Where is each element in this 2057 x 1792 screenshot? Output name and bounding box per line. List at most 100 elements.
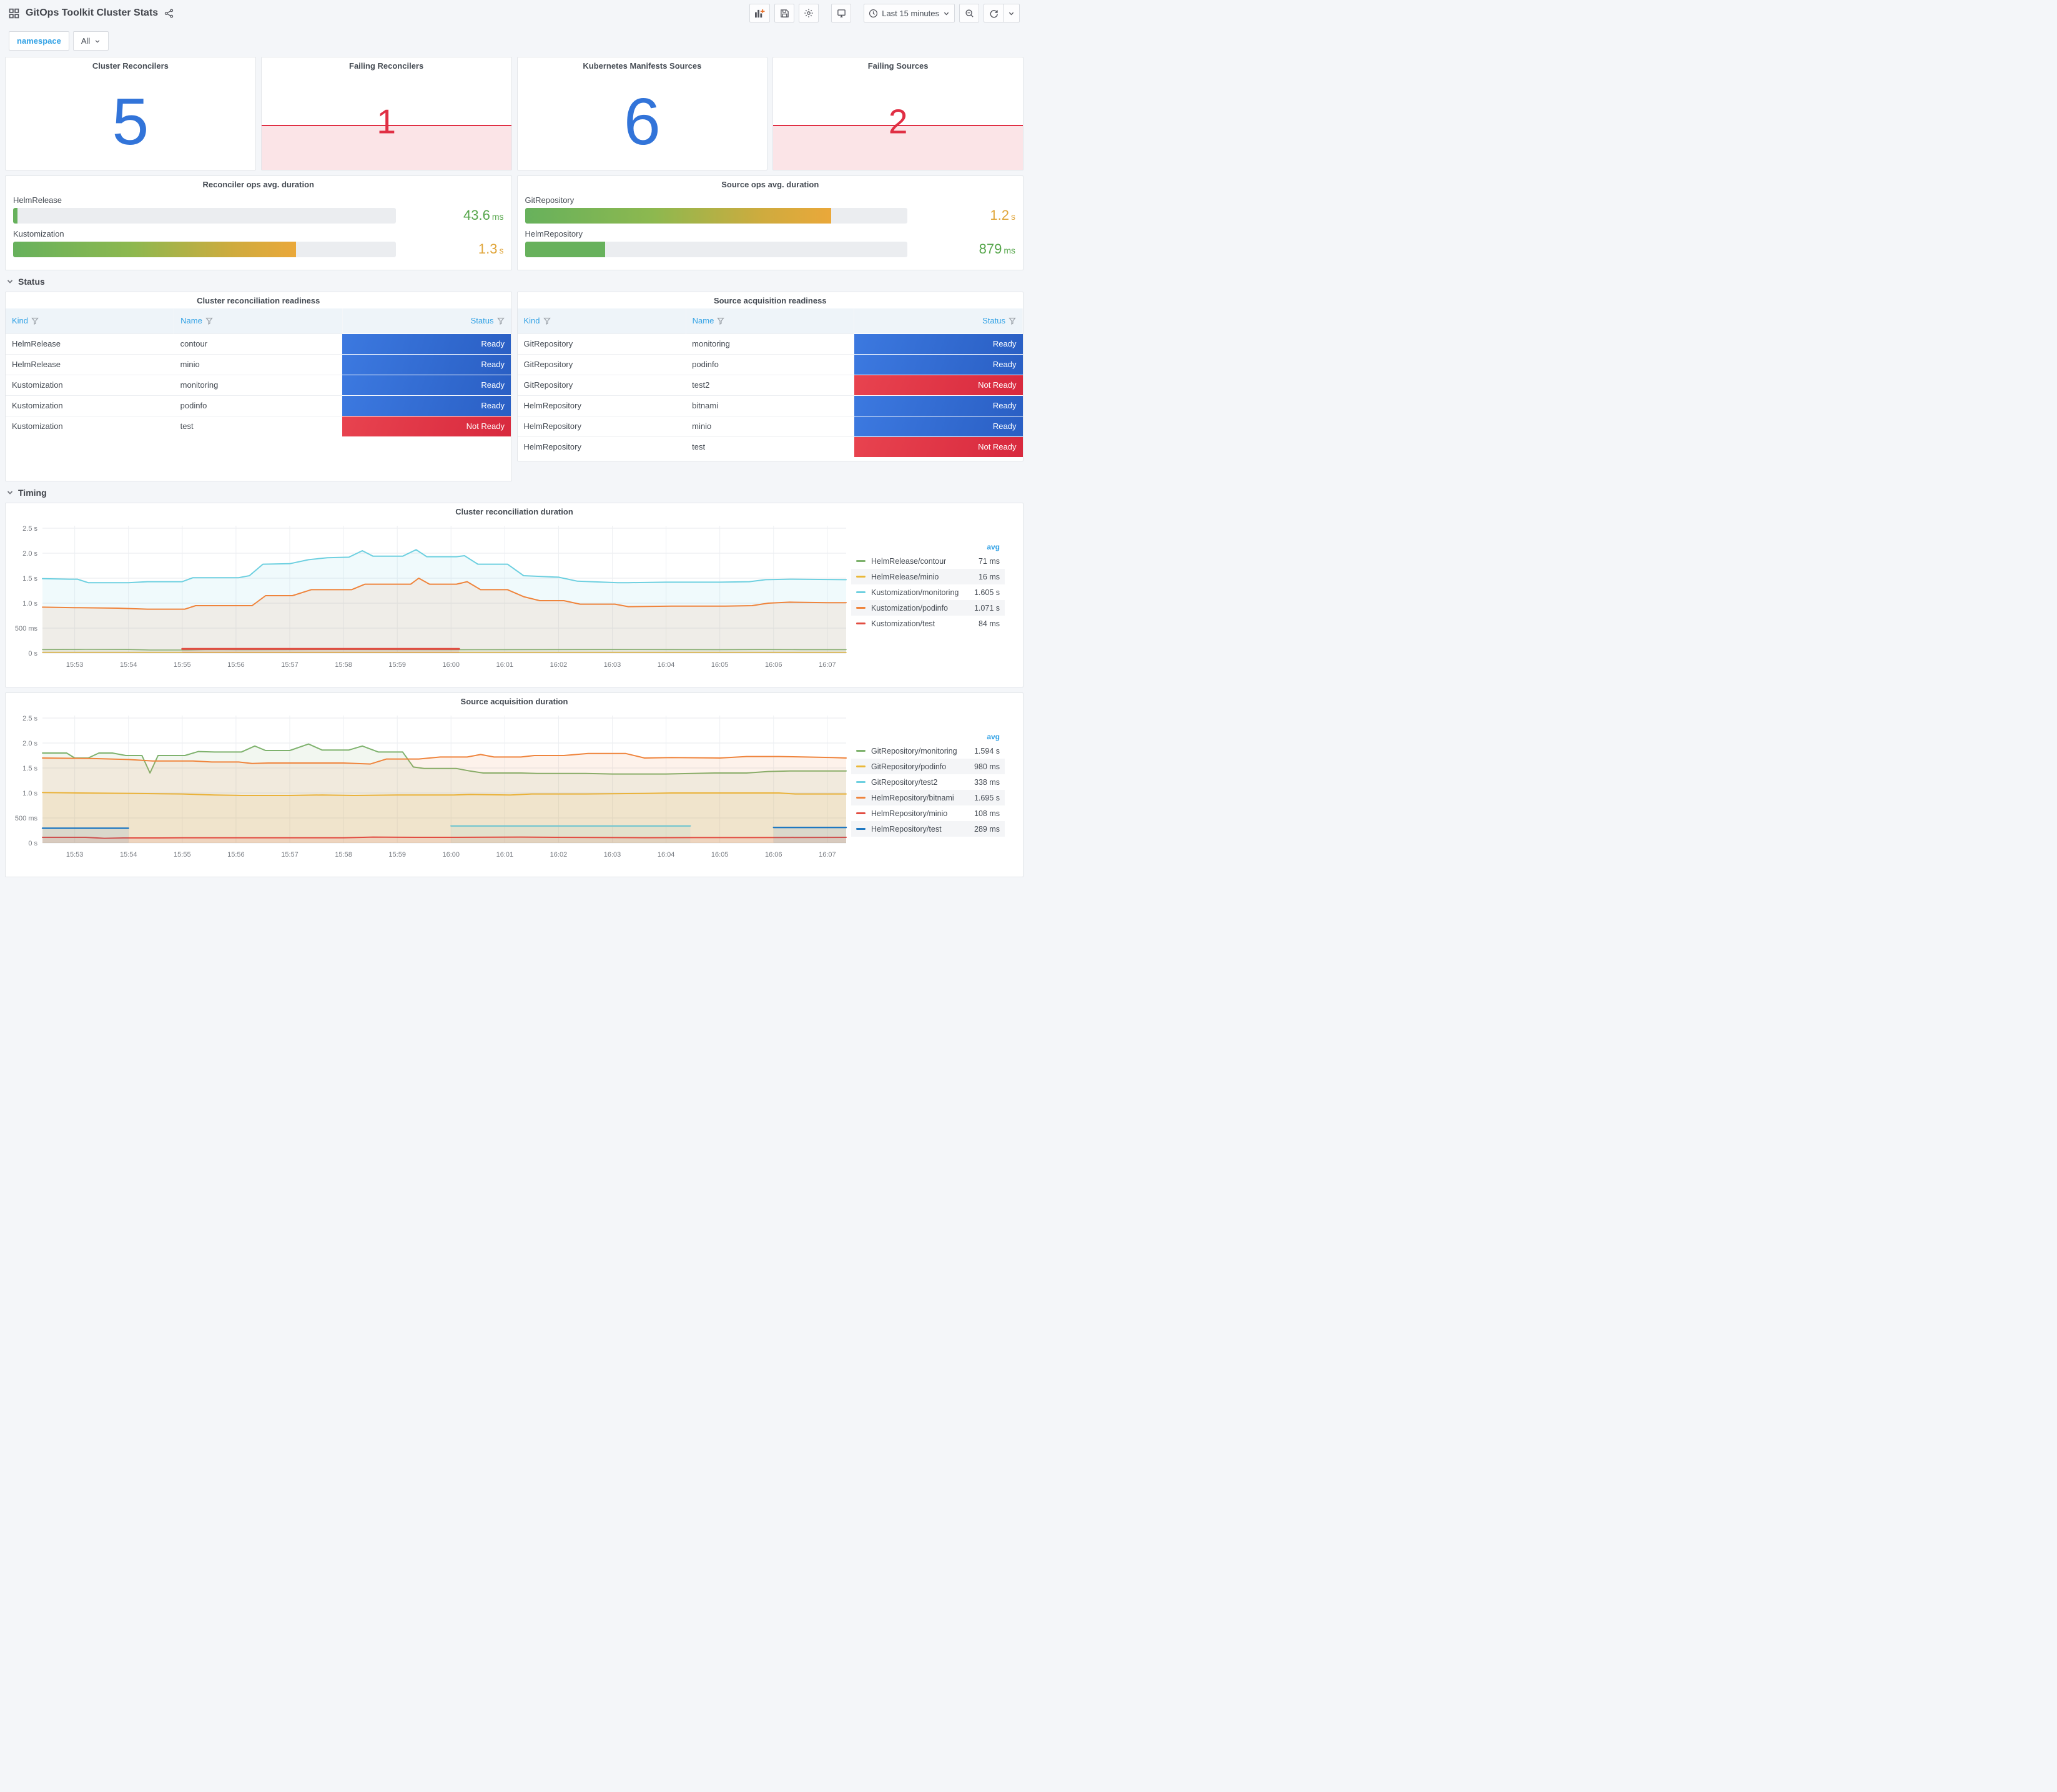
legend-series-label[interactable]: HelmRelease/contour (871, 557, 979, 566)
status-badge: Ready (342, 375, 511, 395)
legend-avg-header[interactable]: avg (851, 731, 1005, 743)
cell-status: Ready (854, 395, 1023, 416)
svg-text:16:07: 16:07 (819, 661, 836, 669)
svg-text:16:07: 16:07 (819, 851, 836, 859)
legend-row[interactable]: GitRepository/podinfo 980 ms (851, 759, 1005, 774)
filter-funnel-icon[interactable] (717, 317, 725, 325)
svg-text:15:55: 15:55 (174, 851, 191, 859)
legend-series-dash (856, 591, 866, 593)
panel-title[interactable]: Cluster Reconcilers (6, 57, 255, 74)
save-dashboard-button[interactable] (774, 4, 795, 22)
legend-series-label[interactable]: GitRepository/monitoring (871, 747, 974, 756)
cycle-view-mode-button[interactable] (831, 4, 852, 22)
legend-series-label[interactable]: Kustomization/test (871, 619, 979, 628)
time-range-label: Last 15 minutes (882, 8, 939, 18)
panel-title[interactable]: Source ops avg. duration (518, 176, 1024, 192)
dashboards-grid-icon[interactable] (9, 8, 19, 19)
panel-title[interactable]: Reconciler ops avg. duration (6, 176, 511, 192)
chart-body: 0 s 500 ms 1.0 s 1.5 s 2.0 s 2.5 s 15:53 15:54 1… (6, 709, 1023, 863)
legend-avg-value: 84 ms (978, 619, 1000, 628)
legend-avg-header[interactable]: avg (851, 541, 1005, 553)
timeseries-plot[interactable]: 0 s 500 ms 1.0 s 1.5 s 2.0 s 2.5 s 15:53 15:54 1… (8, 709, 851, 863)
legend-series-dash (856, 576, 866, 578)
legend-series-label[interactable]: GitRepository/test2 (871, 778, 974, 787)
column-header-status[interactable]: Status (342, 308, 511, 333)
panel-title[interactable]: Kubernetes Manifests Sources (518, 57, 767, 74)
filter-funnel-icon[interactable] (543, 317, 551, 325)
panel-title[interactable]: Failing Sources (773, 57, 1023, 74)
filter-funnel-icon[interactable] (205, 317, 213, 325)
panel-title[interactable]: Source acquisition duration (6, 693, 1023, 709)
legend-row[interactable]: GitRepository/monitoring 1.594 s (851, 743, 1005, 759)
section-timing[interactable]: Timing (0, 486, 1028, 503)
cell-status: Ready (342, 395, 511, 416)
legend-series-label[interactable]: HelmRepository/test (871, 825, 974, 834)
legend-avg-value: 1.605 s (974, 588, 1000, 597)
panel-title[interactable]: Cluster reconciliation duration (6, 503, 1023, 519)
variable-namespace-value-dropdown[interactable]: All (72, 31, 109, 51)
legend-row[interactable]: HelmRelease/minio 16 ms (851, 569, 1005, 584)
zoom-out-time-button[interactable] (959, 4, 979, 22)
panel-title[interactable]: Source acquisition readiness (518, 292, 1024, 308)
column-header-name[interactable]: Name (686, 308, 855, 333)
column-header-name[interactable]: Name (174, 308, 343, 333)
legend-row[interactable]: Kustomization/podinfo 1.071 s (851, 600, 1005, 616)
panel-title[interactable]: Failing Reconcilers (262, 57, 511, 74)
cell-name: monitoring (174, 374, 343, 395)
filter-funnel-icon[interactable] (496, 317, 505, 325)
cell-status: Ready (854, 415, 1023, 436)
chart-legend: avg HelmRelease/contour 71 ms HelmRelease/m… (851, 541, 1011, 673)
cell-status: Ready (342, 353, 511, 375)
svg-text:1.0 s: 1.0 s (22, 790, 37, 797)
timeseries-panel: Source acquisition duration 0 s 500 ms 1.0 … (5, 692, 1024, 877)
panel-title[interactable]: Cluster reconciliation readiness (6, 292, 511, 308)
bar-gauge-row: HelmRelease 43.6 ms (13, 195, 504, 224)
legend-row[interactable]: HelmRepository/bitnami 1.695 s (851, 790, 1005, 805)
legend-series-dash (856, 750, 866, 752)
legend-row[interactable]: Kustomization/monitoring 1.605 s (851, 584, 1005, 600)
add-panel-button[interactable] (749, 4, 771, 22)
section-status[interactable]: Status (0, 275, 1028, 292)
bar-gauge-fill (13, 241, 297, 257)
chevron-down-icon (95, 39, 100, 43)
table-row: HelmRelease minio Ready (6, 353, 511, 375)
svg-text:2.5 s: 2.5 s (22, 525, 37, 533)
filter-funnel-icon[interactable] (1009, 317, 1016, 325)
legend-series-label[interactable]: Kustomization/monitoring (871, 588, 974, 597)
cell-name: podinfo (174, 395, 343, 416)
time-range-picker[interactable]: Last 15 minutes (864, 4, 955, 22)
legend-series-label[interactable]: HelmRepository/bitnami (871, 794, 974, 802)
legend-avg-value: 1.695 s (974, 793, 1000, 802)
column-header-kind[interactable]: Kind (517, 308, 686, 333)
legend-row[interactable]: Kustomization/test 84 ms (851, 616, 1005, 631)
table-header: Kind Name Status (6, 308, 511, 333)
cell-status: Not Ready (342, 415, 511, 436)
share-icon[interactable] (164, 8, 174, 18)
legend-row[interactable]: HelmRelease/contour 71 ms (851, 553, 1005, 569)
legend-series-label[interactable]: GitRepository/podinfo (871, 762, 974, 771)
bar-gauge-label: GitRepository (525, 195, 575, 205)
section-status-label: Status (18, 277, 45, 287)
variable-namespace-label[interactable]: namespace (9, 31, 69, 51)
legend-series-label[interactable]: HelmRelease/minio (871, 573, 979, 581)
column-header-kind[interactable]: Kind (6, 308, 175, 333)
column-header-status[interactable]: Status (854, 308, 1023, 333)
bar-gauge-value: 43.6 ms (463, 207, 504, 223)
bar-gauge-line: 1.2 s (525, 207, 1015, 224)
cell-kind: HelmRepository (517, 436, 686, 457)
section-timing-label: Timing (18, 488, 47, 498)
status-badge: Ready (342, 354, 511, 375)
svg-text:16:03: 16:03 (604, 661, 621, 669)
legend-series-dash (856, 560, 866, 562)
refresh-interval-dropdown[interactable] (1004, 4, 1020, 22)
table-header-row: Kind Name Status (517, 308, 1023, 333)
legend-series-label[interactable]: Kustomization/podinfo (871, 604, 974, 613)
refresh-dashboard-button[interactable] (984, 4, 1004, 22)
dashboard-settings-button[interactable] (799, 4, 819, 22)
legend-row[interactable]: GitRepository/test2 338 ms (851, 774, 1005, 790)
legend-row[interactable]: HelmRepository/minio 108 ms (851, 805, 1005, 821)
timeseries-plot[interactable]: 0 s 500 ms 1.0 s 1.5 s 2.0 s 2.5 s 15:53 15:54 1… (8, 519, 851, 673)
legend-row[interactable]: HelmRepository/test 289 ms (851, 821, 1005, 837)
legend-series-label[interactable]: HelmRepository/minio (871, 809, 974, 818)
filter-funnel-icon[interactable] (31, 317, 39, 325)
